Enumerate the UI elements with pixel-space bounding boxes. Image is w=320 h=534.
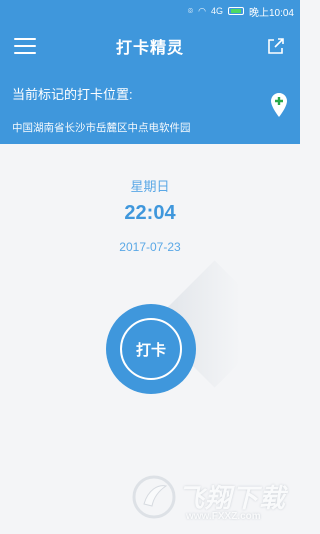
menu-button[interactable]: [14, 38, 36, 54]
battery-icon: [227, 7, 244, 15]
watermark-text: 飞翔下载: [178, 483, 287, 513]
weekday: 星期日: [130, 179, 170, 194]
location-label: 当前标记的打卡位置:: [12, 87, 133, 102]
add-location-pin-icon[interactable]: [270, 92, 288, 118]
signal-icon: 4G: [210, 6, 223, 16]
share-icon[interactable]: [266, 36, 286, 56]
watermark: 飞翔下载 www.FXXZ.com: [130, 470, 300, 528]
status-time: 晚上10:04: [248, 7, 294, 19]
location-icon: ⌾: [187, 5, 194, 16]
location-address: 中国湖南省长沙市岳麓区中点电软件园: [12, 122, 191, 134]
menu-icon-line: [14, 45, 36, 47]
watermark-logo-icon: [132, 475, 176, 519]
current-date: 2017-07-23: [119, 240, 181, 254]
wifi-icon: ◠: [198, 5, 206, 16]
punch-button[interactable]: 打卡: [106, 260, 279, 394]
page-title: 打卡精灵: [115, 40, 184, 57]
menu-icon-line: [14, 52, 36, 54]
menu-icon-line: [14, 38, 36, 40]
status-bar: ⌾ ◠ 4G 晚上10:04: [0, 0, 300, 22]
toolbar: 打卡精灵: [0, 22, 300, 70]
watermark-url: www.FXXZ.com: [186, 511, 261, 522]
current-time: 22:04: [124, 202, 176, 224]
punch-button-label: 打卡: [120, 318, 182, 380]
header: 打卡精灵 当前标记的打卡位置: 中国湖南省长沙市岳麓区中点电软件园: [0, 22, 300, 144]
punch-button-circle: 打卡: [106, 304, 196, 394]
